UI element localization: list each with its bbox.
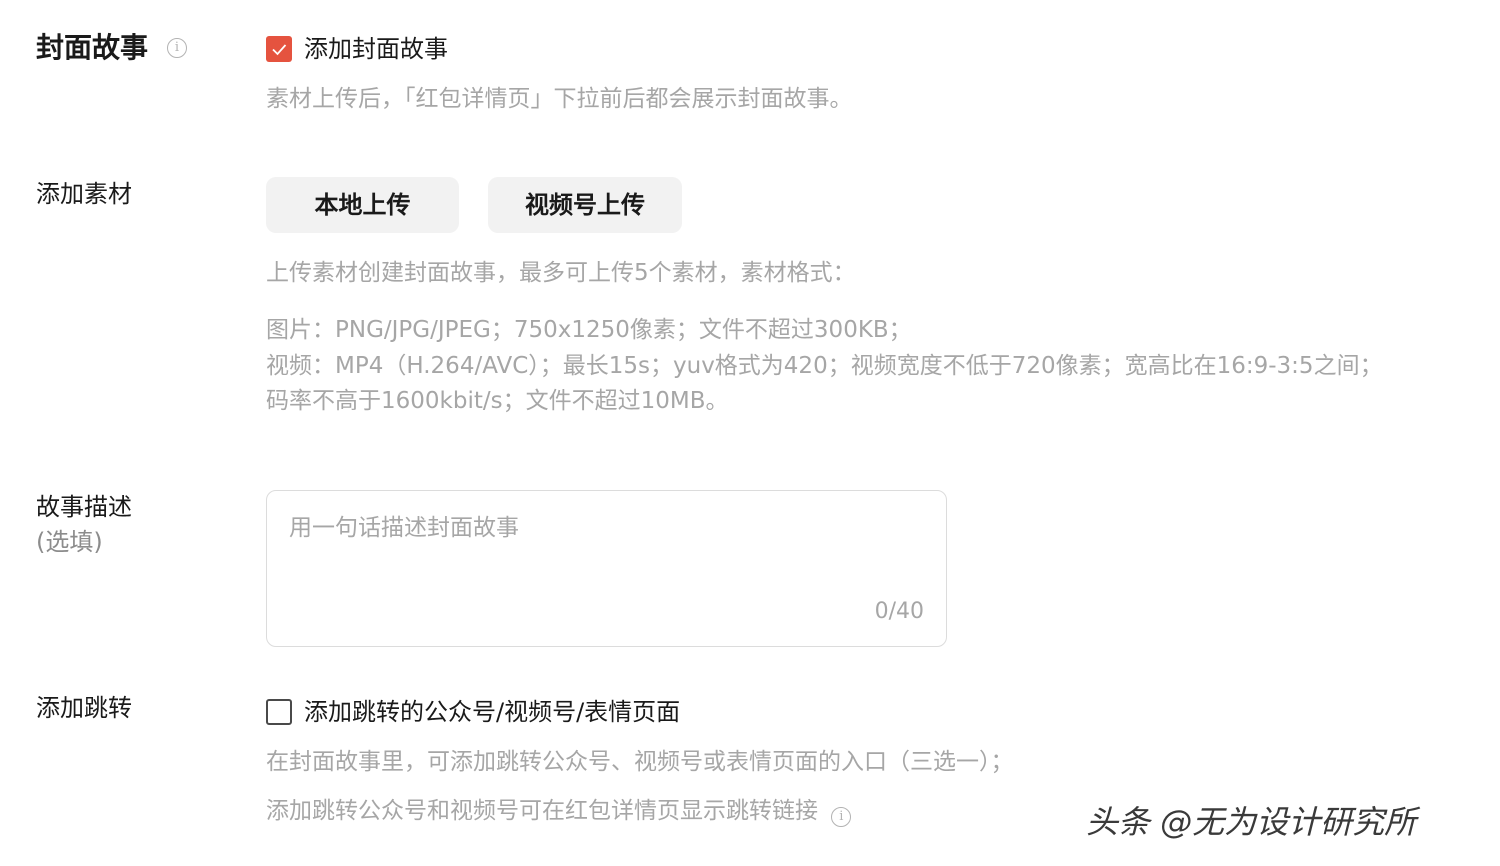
check-icon bbox=[272, 44, 287, 56]
cover-story-info-icon[interactable]: i bbox=[167, 36, 187, 58]
cover-story-hint: 素材上传后，「红包详情页」下拉前后都会展示封面故事。 bbox=[266, 86, 853, 112]
add-jump-checkbox[interactable] bbox=[266, 699, 292, 725]
channel-upload-button[interactable]: 视频号上传 bbox=[488, 177, 682, 233]
cover-story-label: 封面故事 bbox=[36, 31, 149, 64]
cover-story-checkbox-label[interactable]: 添加封面故事 bbox=[304, 34, 448, 64]
story-desc-char-counter: 0/40 bbox=[874, 599, 924, 624]
add-jump-hint-2: 添加跳转公众号和视频号可在红包详情页显示跳转链接 i bbox=[266, 793, 852, 829]
add-material-hint-intro: 上传素材创建封面故事，最多可上传5个素材，素材格式： bbox=[266, 260, 856, 286]
jump-link-info-icon[interactable]: i bbox=[831, 807, 852, 827]
cover-story-checkbox[interactable] bbox=[266, 36, 292, 62]
add-jump-hint-1: 在封面故事里，可添加跳转公众号、视频号或表情页面的入口（三选一）； bbox=[266, 749, 1014, 775]
story-desc-placeholder: 用一句话描述封面故事 bbox=[289, 515, 519, 541]
local-upload-button[interactable]: 本地上传 bbox=[266, 177, 459, 233]
story-desc-label: 故事描述 bbox=[36, 493, 132, 521]
add-material-label: 添加素材 bbox=[36, 180, 132, 208]
story-desc-optional-label: (选填) bbox=[36, 528, 103, 556]
add-jump-label: 添加跳转 bbox=[36, 694, 132, 722]
watermark: 头条 @无为设计研究所 bbox=[1086, 803, 1417, 841]
add-material-hint-video: 视频：MP4（H.264/AVC）；最长15s；yuv格式为420；视频宽度不低… bbox=[266, 353, 1383, 379]
add-material-hint-video-cont: 码率不高于1600kbit/s；文件不超过10MB。 bbox=[266, 388, 729, 414]
add-jump-checkbox-label[interactable]: 添加跳转的公众号/视频号/表情页面 bbox=[304, 697, 680, 727]
add-material-hint-image: 图片：PNG/JPG/JPEG；750x1250像素；文件不超过300KB； bbox=[266, 317, 912, 343]
story-desc-textarea[interactable]: 用一句话描述封面故事 0/40 bbox=[266, 490, 947, 647]
